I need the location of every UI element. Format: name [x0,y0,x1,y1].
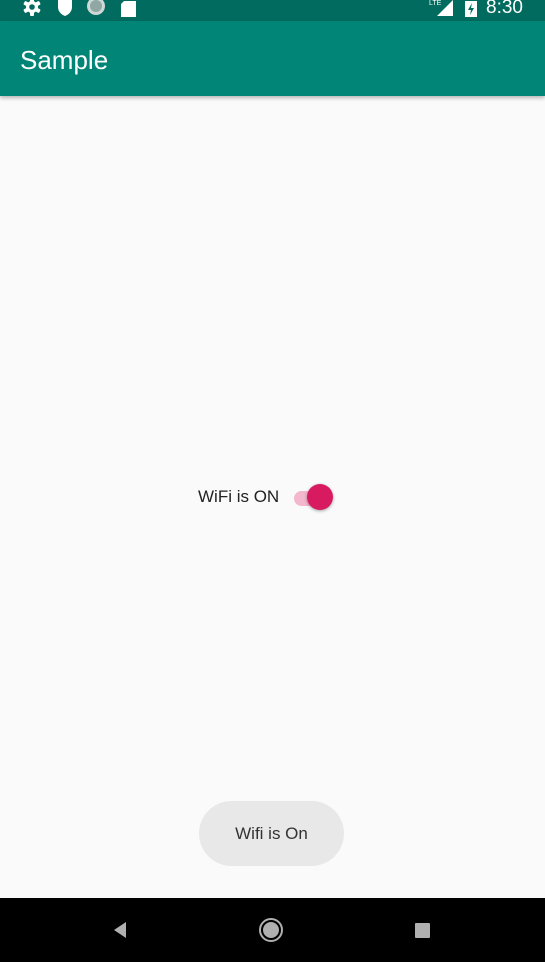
recents-icon[interactable] [406,914,438,946]
wifi-switch-row: WiFi is ON [198,482,338,512]
svg-text:LTE: LTE [429,0,442,7]
sd-card-icon [120,0,136,18]
settings-icon [22,0,42,18]
app-title: Sample [20,45,109,75]
toast-message: Wifi is On [235,823,308,843]
status-bar: LTE 8:30 [0,0,545,21]
wifi-switch-label: WiFi is ON [198,487,280,506]
battery-charging-icon [464,0,478,18]
home-icon[interactable] [255,914,287,946]
back-icon[interactable] [104,914,136,946]
status-time: 8:30 [486,0,523,18]
lte-signal-icon: LTE [429,0,455,18]
shield-icon [56,0,74,18]
wifi-switch[interactable] [292,482,338,512]
app-bar: Sample [0,21,545,96]
screen: LTE 8:30 Sample WiFi is ON Wifi is On [0,0,545,962]
content-area: WiFi is ON [0,96,545,898]
navigation-bar [0,898,545,962]
switch-thumb[interactable] [307,484,334,510]
sync-circle-icon [86,0,106,18]
toast: Wifi is On [199,801,344,866]
